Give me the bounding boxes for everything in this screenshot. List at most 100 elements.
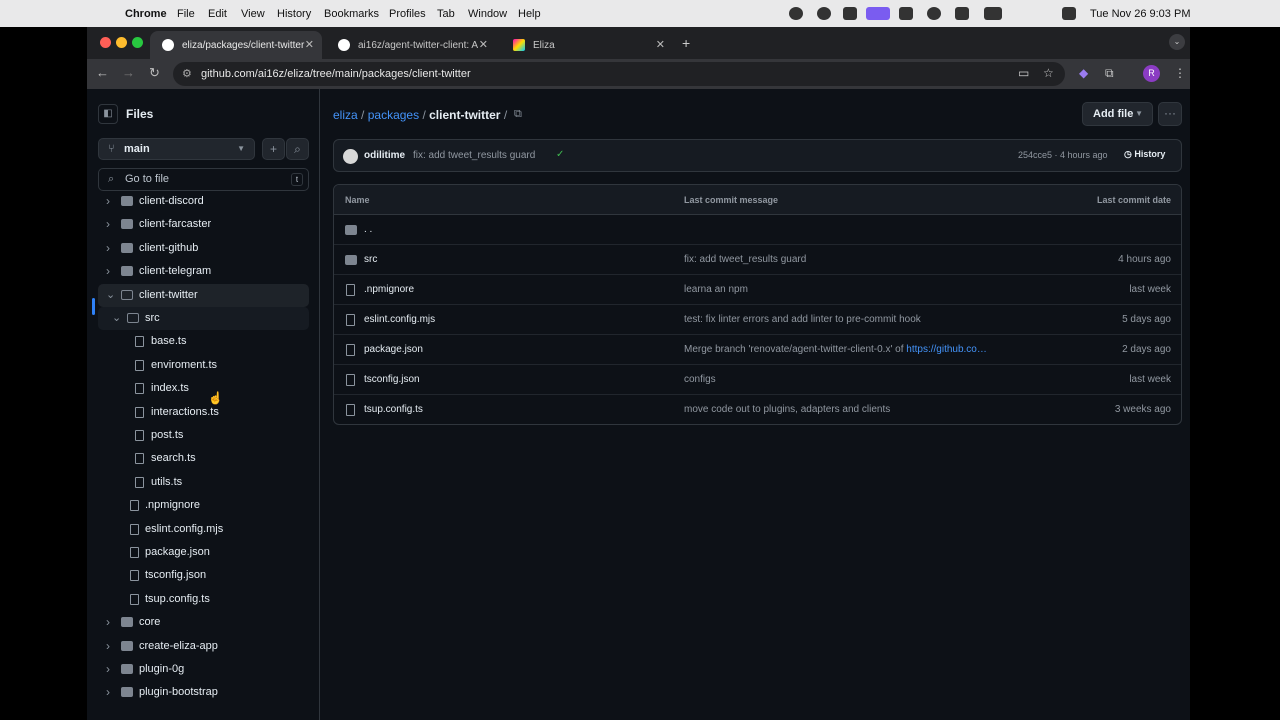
tab-eliza[interactable]: Eliza ✕ (501, 31, 673, 59)
new-tab-plus-icon[interactable]: + (682, 35, 690, 51)
tree-item[interactable]: › plugin-0g (98, 658, 309, 681)
bookmark-star-icon[interactable]: ☆ (1043, 66, 1054, 80)
menu-profiles[interactable]: Profiles (389, 8, 426, 20)
menu-help[interactable]: Help (518, 8, 541, 20)
chevron-down-icon[interactable]: ⌄ (106, 284, 115, 307)
site-info-icon[interactable]: ⚙ (182, 62, 192, 86)
tree-item[interactable]: .npmignore (98, 494, 309, 517)
profile-avatar[interactable]: R (1143, 65, 1160, 82)
tree-item[interactable]: index.ts (98, 377, 309, 400)
status-record-icon[interactable] (817, 7, 831, 20)
chevron-right-icon[interactable]: › (106, 681, 110, 704)
forward-arrow-icon[interactable]: → (122, 65, 135, 80)
tree-item[interactable]: post.ts (98, 424, 309, 447)
copy-path-icon[interactable]: ⧉ (514, 108, 522, 121)
tab-agent-twitter-client[interactable]: ai16z/agent-twitter-client: A ✕ (326, 31, 496, 59)
more-options-button[interactable]: ··· (1158, 102, 1182, 126)
tree-item[interactable]: ⌄ client-twitter (98, 283, 309, 307)
branch-selector[interactable]: ⑂ main ▼ (98, 138, 255, 160)
chevron-right-icon[interactable]: › (106, 260, 110, 283)
chrome-menu-kebab-icon[interactable]: ⋮ (1174, 66, 1186, 80)
menu-view[interactable]: View (241, 8, 265, 20)
tree-item[interactable]: tsup.config.ts (98, 588, 309, 611)
tree-item[interactable]: interactions.ts (98, 401, 309, 424)
author-avatar[interactable] (343, 149, 358, 164)
breadcrumb-packages-link[interactable]: packages (368, 108, 419, 122)
control-center-icon[interactable] (1062, 7, 1076, 20)
battery-icon[interactable] (984, 7, 1002, 20)
status-app-icon[interactable] (789, 7, 803, 20)
check-success-icon[interactable]: ✓ (556, 149, 564, 160)
close-tab-icon[interactable]: ✕ (479, 38, 488, 51)
status-screen-icon[interactable] (866, 7, 890, 20)
reload-icon[interactable]: ↻ (149, 65, 160, 81)
tree-item[interactable]: › core (98, 611, 309, 634)
commit-message-link[interactable]: Merge branch 'renovate/agent-twitter-cli… (684, 344, 987, 355)
commit-message-link[interactable]: fix: add tweet_results guard (684, 254, 806, 265)
commit-message-link[interactable]: test: fix linter errors and add linter t… (684, 314, 921, 325)
chevron-right-icon[interactable]: › (106, 237, 110, 260)
add-file-plus-button[interactable]: + (262, 138, 285, 160)
file-name-link[interactable]: eslint.config.mjs (364, 314, 435, 325)
status-app-icon-3[interactable] (927, 7, 941, 20)
file-name-link[interactable]: tsconfig.json (364, 374, 420, 385)
commit-message-link[interactable]: move code out to plugins, adapters and c… (684, 404, 890, 415)
tree-item[interactable]: package.json (98, 541, 309, 564)
file-row[interactable]: eslint.config.mjs test: fix linter errors… (334, 305, 1181, 335)
tree-item[interactable]: ⌄ src (98, 307, 309, 330)
tree-item[interactable]: › client-farcaster (98, 213, 309, 236)
extensions-puzzle-icon[interactable]: ⧉ (1105, 66, 1114, 81)
tree-item[interactable]: › create-eliza-app (98, 635, 309, 658)
back-arrow-icon[interactable]: ← (96, 65, 109, 80)
file-name-link[interactable]: tsup.config.ts (364, 404, 423, 415)
menu-tab[interactable]: Tab (437, 8, 455, 20)
commit-message[interactable]: fix: add tweet_results guard (413, 150, 535, 161)
extension-icon[interactable]: ◆ (1079, 66, 1088, 80)
minimize-window-button[interactable] (116, 37, 127, 48)
close-tab-icon[interactable]: ✕ (305, 38, 314, 51)
wifi-icon[interactable] (1015, 5, 1029, 18)
file-row[interactable]: tsup.config.ts move code out to plugins, … (334, 395, 1181, 424)
address-bar[interactable]: ⚙ github.com/ai16z/eliza/tree/main/packa… (173, 62, 1065, 86)
file-row[interactable]: src fix: add tweet_results guard 4 hours a… (334, 245, 1181, 275)
status-app-icon-4[interactable] (955, 7, 969, 20)
tree-item[interactable]: enviroment.ts (98, 354, 309, 377)
chevron-right-icon[interactable]: › (106, 635, 110, 658)
file-name-link[interactable]: .npmignore (364, 284, 414, 295)
chevron-right-icon[interactable]: › (106, 611, 110, 634)
collapse-sidebar-icon[interactable]: ◧ (98, 104, 118, 124)
commit-sha-time[interactable]: 254cce5 · 4 hours ago (1018, 150, 1108, 160)
file-row[interactable]: tsconfig.json configs last week (334, 365, 1181, 395)
tree-item[interactable]: › client-github (98, 237, 309, 260)
file-name-link[interactable]: package.json (364, 344, 423, 355)
tab-eliza-client-twitter[interactable]: eliza/packages/client-twitter ✕ (150, 31, 322, 59)
tree-item[interactable]: tsconfig.json (98, 564, 309, 587)
status-butterfly-icon[interactable] (899, 7, 913, 20)
file-row[interactable]: .npmignore learna an npm last week (334, 275, 1181, 305)
tree-item[interactable]: › client-discord (98, 190, 309, 213)
chevron-right-icon[interactable]: › (106, 190, 110, 213)
history-button[interactable]: ◷ History (1124, 149, 1165, 160)
commit-message-link[interactable]: configs (684, 374, 716, 385)
tree-item[interactable]: eslint.config.mjs (98, 518, 309, 541)
file-row[interactable]: . . (334, 215, 1181, 245)
menu-edit[interactable]: Edit (208, 8, 227, 20)
go-to-file-input[interactable]: ⌕ Go to file t (98, 168, 309, 191)
chevron-right-icon[interactable]: › (106, 213, 110, 236)
close-tab-icon[interactable]: ✕ (656, 38, 665, 51)
tree-item[interactable]: › client-telegram (98, 260, 309, 283)
tree-item[interactable]: search.ts (98, 447, 309, 470)
add-file-button[interactable]: Add file ▼ (1082, 102, 1153, 126)
menu-app-chrome[interactable]: Chrome (125, 8, 167, 20)
zoom-window-button[interactable] (132, 37, 143, 48)
tree-item[interactable]: base.ts (98, 330, 309, 353)
menu-file[interactable]: File (177, 8, 195, 20)
file-name-link[interactable]: src (364, 254, 377, 265)
tab-search-chevron-icon[interactable]: ⌄ (1169, 34, 1185, 50)
tree-item[interactable]: utils.ts (98, 471, 309, 494)
search-icon[interactable]: ⌕ (286, 138, 309, 160)
menu-history[interactable]: History (277, 8, 311, 20)
file-row[interactable]: package.json Merge branch 'renovate/agent… (334, 335, 1181, 365)
chevron-right-icon[interactable]: › (106, 658, 110, 681)
file-name-link[interactable]: . . (364, 224, 372, 235)
